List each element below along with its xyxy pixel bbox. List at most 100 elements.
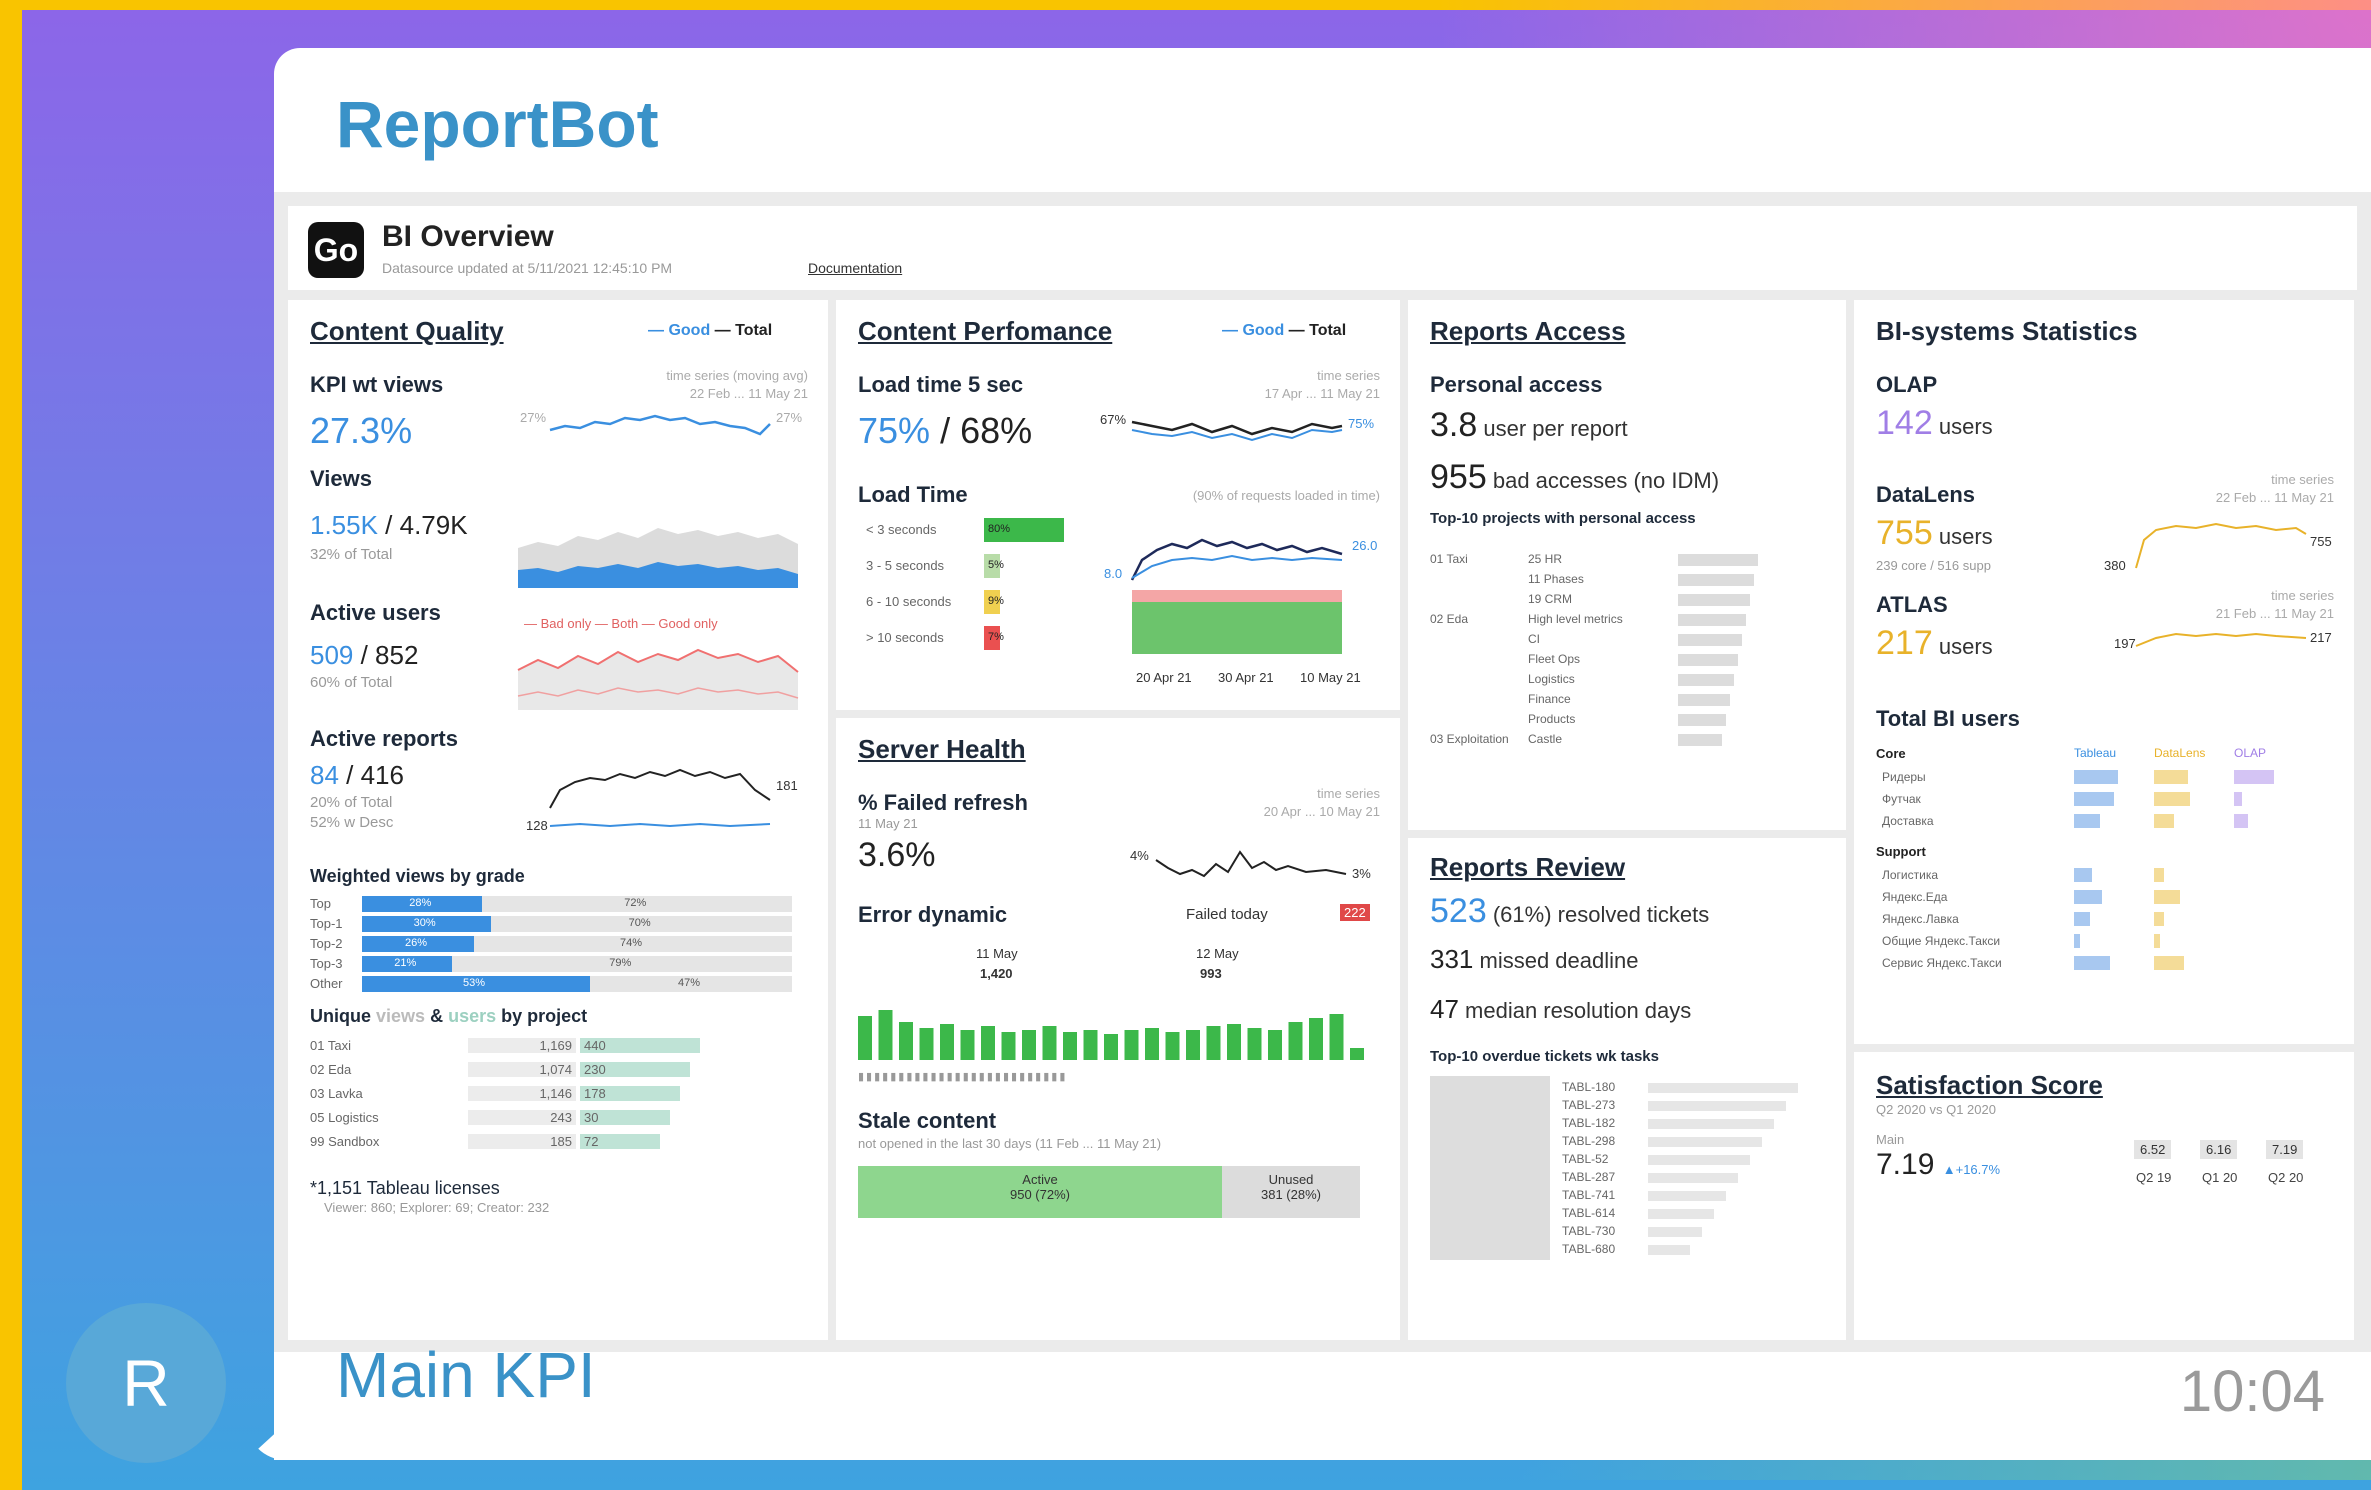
ticket-id: TABL-741 — [1562, 1188, 1616, 1202]
error-bar — [1309, 1018, 1323, 1060]
per-report-unit: user per report — [1477, 416, 1628, 441]
datalens-number: 755 — [1876, 514, 1933, 552]
core-row-label: Ридеры — [1882, 770, 1926, 784]
ticket-bar — [1648, 1083, 1798, 1093]
stale-active-bar: Active 950 (72%) — [858, 1166, 1222, 1218]
project-label: 02 Eda — [310, 1062, 352, 1077]
load-date: 20 Apr 21 — [1136, 670, 1192, 685]
support-row-label: Логистика — [1882, 868, 1939, 882]
failed-end: 3% — [1352, 866, 1371, 881]
error-axis: ▮▮▮▮▮▮▮▮▮▮▮▮▮▮▮▮▮▮▮▮▮▮▮▮▮▮ — [858, 1071, 1068, 1083]
bad-access-number: 955 — [1430, 458, 1487, 496]
support-tableau-cell — [2074, 912, 2090, 926]
unique-title-b: views — [376, 1006, 426, 1026]
content-performance-title[interactable]: Content Perfomance — [858, 316, 1112, 347]
quarter-label: Q2 20 — [2268, 1170, 2304, 1185]
grade-bar: 30% 70% — [362, 916, 792, 932]
access-bar — [1678, 714, 1726, 726]
resolved-value: 523 (61%) resolved tickets — [1430, 892, 1709, 931]
project-views: 185 — [468, 1134, 576, 1149]
top10-title: Top-10 projects with personal access — [1430, 510, 1696, 527]
error-bar — [1022, 1030, 1036, 1060]
grade-total: 72% — [624, 897, 647, 909]
project-users: 178 — [580, 1086, 680, 1101]
access-bar — [1678, 554, 1758, 566]
reports-review-title[interactable]: Reports Review — [1430, 852, 1625, 883]
failed-start: 4% — [1130, 848, 1149, 863]
load-start: 8.0 — [1104, 566, 1123, 581]
active-reports-value: 84 / 416 — [310, 760, 404, 791]
active-users-legend: — Bad only — Both — Good only — [524, 616, 718, 631]
ticket-id: TABL-182 — [1562, 1116, 1616, 1130]
server-health-title[interactable]: Server Health — [858, 734, 1026, 765]
grade-good: 21% — [394, 957, 417, 969]
error-bar — [919, 1028, 934, 1060]
grade-total: 47% — [678, 977, 701, 989]
bot-name[interactable]: ReportBot — [336, 86, 659, 162]
failed-value: 3.6% — [858, 836, 936, 874]
unique-title-e: by project — [496, 1006, 588, 1026]
datalens-unit: users — [1932, 524, 1993, 549]
active-reports-end2: 128 — [526, 818, 548, 833]
stale-unused-bar: Unused 381 (28%) — [1222, 1166, 1360, 1218]
overdue-placeholder — [1430, 1076, 1550, 1260]
stale-unused-label: Unused — [1268, 1172, 1314, 1187]
error-bar — [858, 1016, 872, 1060]
ticket-bar — [1648, 1245, 1690, 1255]
datalens-end: 755 — [2310, 534, 2332, 549]
datalens-start: 380 — [2104, 558, 2126, 573]
legend-good: — Good — [648, 322, 711, 339]
bi-col-header: DataLens — [2154, 746, 2206, 760]
grade-good: 28% — [409, 897, 432, 909]
core-row-label: Футчак — [1882, 792, 1921, 806]
bot-avatar[interactable]: R — [66, 1303, 226, 1463]
load-date: 10 May 21 — [1300, 670, 1361, 685]
message-bubble: ReportBot Go BI Overview Datasource upda… — [274, 48, 2371, 1460]
load-bucket-label: 6 - 10 seconds — [866, 594, 952, 609]
error-bar — [940, 1024, 954, 1060]
legend-total: — Total — [714, 322, 773, 339]
kpi-sparkline — [549, 414, 771, 436]
reports-access-title[interactable]: Reports Access — [1430, 316, 1626, 347]
support-tableau-cell — [2074, 868, 2092, 882]
error-col-value: 1,420 — [980, 966, 1013, 981]
active-users-value: 509 / 852 — [310, 640, 418, 671]
satisfaction-subtitle: Q2 2020 vs Q1 2020 — [1876, 1102, 1996, 1117]
project-users: 230 — [580, 1062, 690, 1077]
project-label: 01 Taxi — [310, 1038, 351, 1053]
datalens-note: time series — [2271, 472, 2334, 487]
error-bar — [981, 1026, 995, 1060]
load5-total: / 68% — [930, 410, 1033, 451]
ticket-id: TABL-298 — [1562, 1134, 1616, 1148]
go-logo: Go — [308, 222, 364, 278]
load-bucket-label: < 3 seconds — [866, 522, 937, 537]
dashboard-image[interactable]: Go BI Overview Datasource updated at 5/1… — [274, 192, 2371, 1352]
grade-bar: 28% 72% — [362, 896, 792, 912]
atlas-number: 217 — [1876, 624, 1933, 662]
satisfaction-title[interactable]: Satisfaction Score — [1876, 1070, 2103, 1101]
access-bar — [1678, 654, 1738, 666]
error-bar — [1165, 1032, 1180, 1060]
documentation-link[interactable]: Documentation — [808, 260, 902, 276]
core-tableau-cell — [2074, 770, 2118, 784]
error-bar — [1247, 1028, 1262, 1060]
error-bar — [899, 1022, 913, 1060]
grade-total: 70% — [628, 917, 651, 929]
ticket-bar — [1648, 1101, 1786, 1111]
content-quality-title[interactable]: Content Quality — [310, 316, 504, 347]
load-bucket-label: > 10 seconds — [866, 630, 944, 645]
load-bucket-value: 7% — [988, 631, 1004, 643]
error-bar — [960, 1030, 975, 1060]
load5-start: 67% — [1100, 412, 1127, 427]
atlas-start: 197 — [2114, 636, 2136, 651]
kpi-start: 27% — [520, 410, 547, 425]
missed-value: 331 missed deadline — [1430, 944, 1639, 975]
load-bucket-bar: 7% — [984, 626, 1004, 650]
access-item: High level metrics — [1528, 612, 1623, 626]
active-reports-good: 84 — [310, 760, 339, 790]
message-time: 10:04 — [2179, 1359, 2325, 1424]
access-bar — [1678, 634, 1742, 646]
message-caption: Main KPI — [336, 1339, 596, 1411]
grade-label: Top-1 — [310, 916, 343, 931]
stale-note: not opened in the last 30 days (11 Feb .… — [858, 1136, 1162, 1151]
